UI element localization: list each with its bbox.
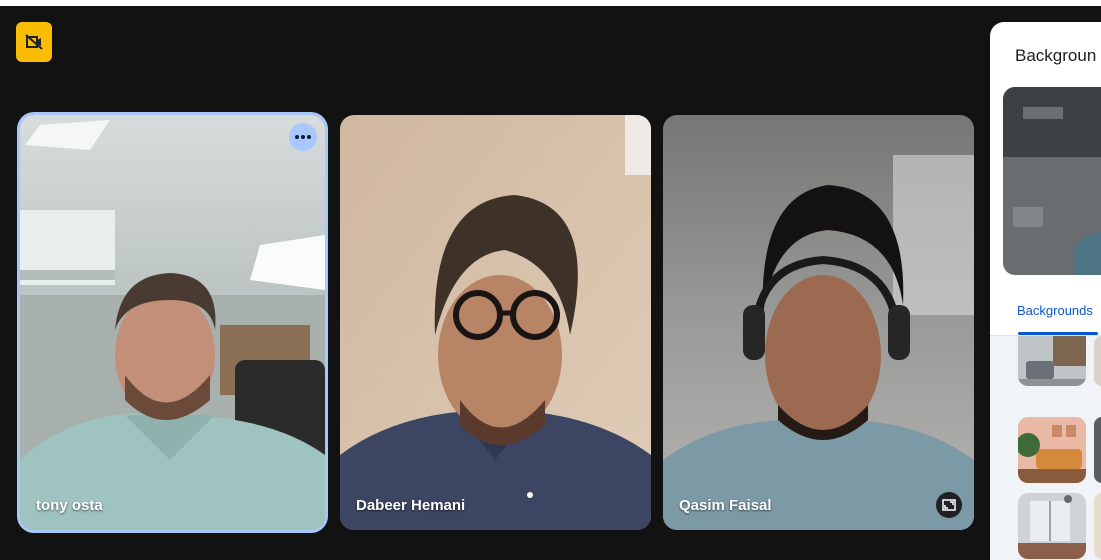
background-image	[1094, 336, 1101, 386]
tab-backgrounds[interactable]: Backgrounds	[1017, 303, 1093, 318]
background-image	[1018, 417, 1086, 483]
camera-off-badge[interactable]	[16, 22, 52, 62]
background-image	[1094, 493, 1101, 559]
background-thumbnail[interactable]	[1094, 493, 1101, 559]
more-options-icon	[295, 135, 311, 139]
background-image	[1018, 336, 1086, 386]
expand-icon	[942, 499, 956, 511]
expand-button[interactable]	[936, 492, 962, 518]
self-preview	[1003, 87, 1101, 275]
background-thumbnail[interactable]	[1018, 336, 1086, 386]
background-thumbnail[interactable]	[1094, 336, 1101, 386]
participant-name: Qasim Faisal	[679, 497, 772, 514]
background-image	[1018, 493, 1086, 559]
background-grid	[990, 336, 1101, 560]
background-thumbnail[interactable]	[1018, 417, 1086, 483]
background-thumbnail[interactable]	[1018, 493, 1086, 559]
top-strip	[0, 0, 1101, 6]
participant-tile-2[interactable]: Dabeer Hemani	[340, 115, 651, 530]
background-image	[1094, 417, 1101, 483]
effects-panel: Backgroun Backgrounds	[990, 22, 1101, 560]
background-thumbnail[interactable]	[1094, 417, 1101, 483]
panel-title: Backgroun	[1015, 46, 1097, 65]
video-feed	[20, 115, 325, 530]
more-options-button[interactable]	[289, 123, 317, 151]
preview-video	[1003, 87, 1101, 275]
video-feed	[340, 115, 651, 530]
participant-tile-3[interactable]: Qasim Faisal	[663, 115, 974, 530]
participant-name: Dabeer Hemani	[356, 497, 466, 514]
participant-name: tony osta	[36, 497, 103, 514]
camera-off-icon	[25, 34, 43, 50]
video-feed	[663, 115, 974, 530]
participant-tile-1[interactable]: tony osta	[20, 115, 325, 530]
